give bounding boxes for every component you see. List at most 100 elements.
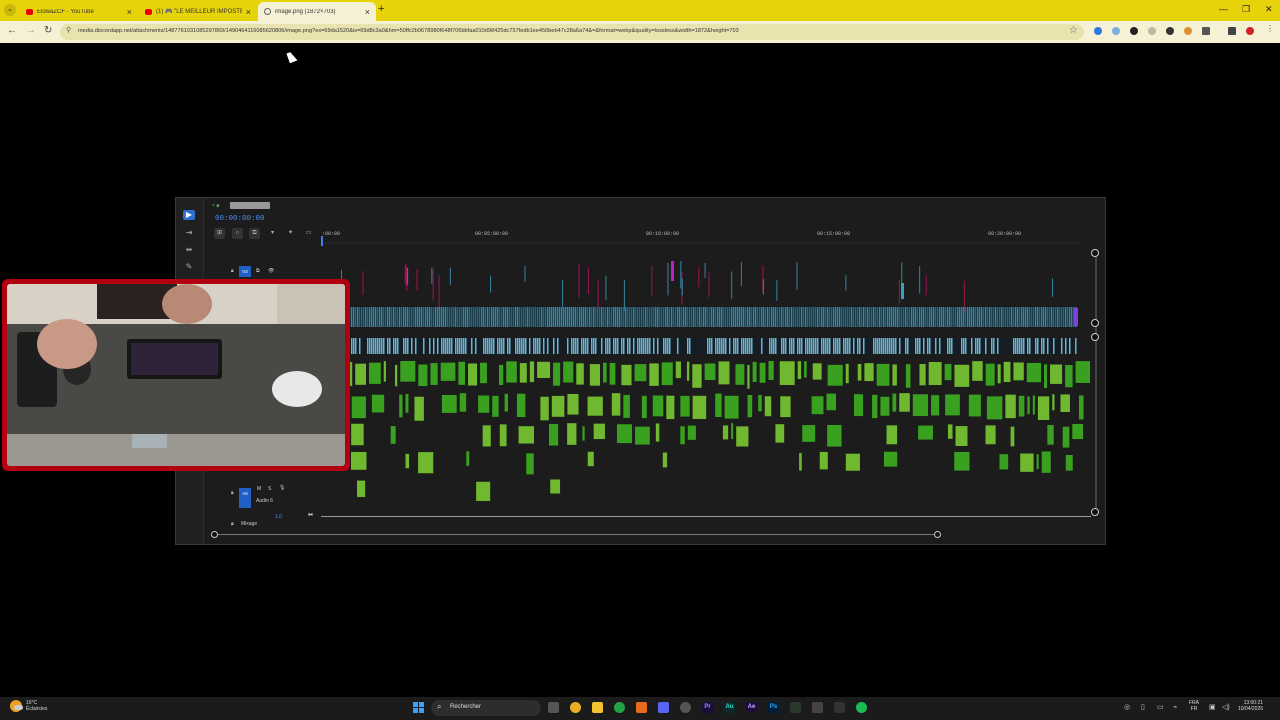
timeline-clip[interactable]: [703, 338, 705, 354]
timeline-clip[interactable]: [789, 307, 791, 327]
timeline-clip[interactable]: [711, 307, 713, 327]
timeline-clip[interactable]: [371, 338, 373, 354]
timeline-clip[interactable]: [507, 307, 509, 327]
timeline-clip[interactable]: [1031, 338, 1033, 354]
timeline-clip[interactable]: [715, 393, 722, 418]
timeline-clip[interactable]: [711, 338, 713, 354]
timeline-clip[interactable]: [802, 425, 816, 442]
timeline-clip[interactable]: [581, 338, 583, 354]
timeline-clip[interactable]: [582, 426, 585, 441]
timeline-clip[interactable]: [789, 338, 791, 354]
timeline-clip[interactable]: [825, 307, 827, 327]
timeline-clip[interactable]: [681, 338, 683, 354]
timeline-clip[interactable]: [898, 279, 900, 304]
timeline-clip[interactable]: [577, 338, 579, 354]
timeline-clip[interactable]: [686, 361, 690, 381]
timeline-clip[interactable]: [949, 307, 951, 327]
timeline-clip[interactable]: [829, 307, 831, 327]
timeline-clip[interactable]: [913, 338, 915, 354]
track-badge-v3[interactable]: V3: [239, 266, 251, 277]
timeline-clip[interactable]: [735, 364, 745, 385]
timeline-clip[interactable]: [663, 338, 665, 354]
timeline-clip[interactable]: [423, 338, 425, 354]
timeline-clip[interactable]: [787, 338, 789, 354]
timeline-clip[interactable]: [799, 338, 801, 354]
timeline-clip[interactable]: [1055, 307, 1057, 327]
timeline-clip[interactable]: [469, 338, 471, 354]
timeline-clip[interactable]: [955, 426, 968, 447]
timeline-clip[interactable]: [661, 362, 673, 386]
timeline-clip[interactable]: [491, 338, 493, 354]
timeline-clip[interactable]: [753, 307, 755, 327]
timeline-clip[interactable]: [447, 338, 449, 354]
timeline-clip[interactable]: [433, 307, 435, 327]
timeline-clip[interactable]: [461, 307, 463, 327]
vertical-scrollbar[interactable]: [1095, 252, 1097, 514]
timeline-clip[interactable]: [855, 307, 857, 327]
timeline-clip[interactable]: [507, 338, 509, 354]
volume-icon[interactable]: ◁): [1222, 703, 1230, 711]
timeline-clip[interactable]: [1073, 338, 1075, 354]
lock-icon[interactable]: 🔒︎: [231, 268, 234, 274]
timeline-clip[interactable]: [757, 338, 759, 354]
timeline-clip[interactable]: [493, 338, 495, 354]
timeline-clip[interactable]: [809, 338, 811, 354]
horizontal-scroll-handle-end[interactable]: [934, 531, 941, 538]
timeline-clip[interactable]: [413, 307, 415, 327]
timeline-clip[interactable]: [893, 307, 895, 327]
timeline-clip[interactable]: [365, 307, 367, 327]
timeline-clip[interactable]: [441, 338, 443, 354]
timeline-clip[interactable]: [689, 307, 691, 327]
window-close-button[interactable]: ✕: [1265, 4, 1273, 15]
timeline-clip[interactable]: [1003, 307, 1005, 327]
timeline-clip[interactable]: [761, 338, 763, 354]
timeline-clip[interactable]: [651, 338, 653, 354]
timeline-clip[interactable]: [835, 307, 837, 327]
timeline-clip[interactable]: [815, 338, 817, 354]
timeline-clip[interactable]: [537, 307, 539, 327]
timeline-clip[interactable]: [928, 362, 942, 386]
timeline-clip[interactable]: [861, 307, 863, 327]
timeline-clip[interactable]: [627, 307, 629, 327]
timeline-clip[interactable]: [475, 307, 477, 327]
timeline-clip[interactable]: [983, 338, 985, 354]
wrench-icon[interactable]: ✦: [285, 228, 296, 239]
timeline-clip[interactable]: [524, 265, 526, 282]
timeline-clip[interactable]: [525, 338, 527, 354]
timeline-clip[interactable]: [587, 451, 594, 467]
timeline-clip[interactable]: [931, 307, 933, 327]
sequence-tab[interactable]: [230, 202, 270, 209]
timeline-clip[interactable]: [411, 307, 413, 327]
timeline-clip[interactable]: [953, 307, 955, 327]
timeline-clip[interactable]: [969, 307, 971, 327]
timeline-clip[interactable]: [911, 338, 913, 354]
timeline-clip[interactable]: [687, 425, 696, 440]
sync-icon[interactable]: ⧉: [256, 268, 260, 274]
tray-app-icon[interactable]: ▯: [1141, 703, 1145, 711]
timeline-clip[interactable]: [1031, 307, 1033, 327]
timeline-clip[interactable]: [637, 307, 639, 327]
timeline-clip[interactable]: [857, 307, 859, 327]
timeline-clip[interactable]: [797, 307, 799, 327]
timeline-clip[interactable]: [425, 338, 427, 354]
timeline-clip[interactable]: [569, 338, 571, 354]
timeline-clip[interactable]: [879, 338, 881, 354]
timeline-clip[interactable]: [371, 394, 385, 413]
timeline-clip[interactable]: [1059, 338, 1061, 354]
timeline-clip[interactable]: [1057, 338, 1059, 354]
lock-icon[interactable]: 🔒︎: [231, 490, 234, 496]
timeline-clip[interactable]: [899, 307, 901, 327]
timeline-clip[interactable]: [361, 307, 363, 327]
timeline-clip[interactable]: [633, 307, 635, 327]
timeline-clip[interactable]: [543, 307, 545, 327]
timeline-clip[interactable]: [585, 338, 587, 354]
timeline-clip[interactable]: [727, 307, 729, 327]
timeline-clip[interactable]: [1027, 396, 1030, 415]
timeline-clip[interactable]: [435, 307, 437, 327]
timeline-clip[interactable]: [505, 338, 507, 354]
timeline-clip[interactable]: [575, 338, 577, 354]
timeline-clip[interactable]: [1047, 425, 1054, 445]
timeline-clip[interactable]: [1065, 454, 1073, 471]
timeline-clip[interactable]: [475, 338, 477, 354]
timeline-clip[interactable]: [427, 307, 429, 327]
